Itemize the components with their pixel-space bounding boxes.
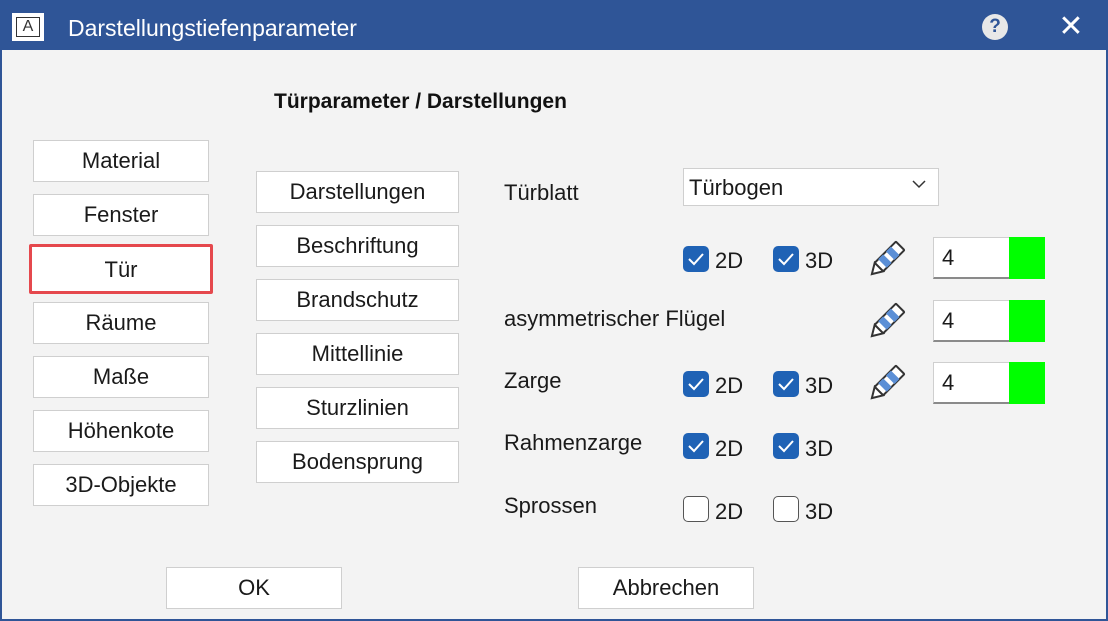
check-icon bbox=[778, 440, 794, 453]
check-icon bbox=[688, 440, 704, 453]
sub-button-brandschutz[interactable]: Brandschutz bbox=[256, 279, 459, 321]
category-button-tuer[interactable]: Tür bbox=[29, 244, 213, 294]
check-icon bbox=[688, 378, 704, 391]
pencil-icon[interactable] bbox=[864, 362, 908, 406]
sub-button-bodensprung[interactable]: Bodensprung bbox=[256, 441, 459, 483]
zarge-2d-checkbox[interactable] bbox=[683, 371, 709, 397]
tuerblatt-pen-input[interactable]: 4 bbox=[933, 237, 1011, 279]
tuerblatt-3d-label: 3D bbox=[805, 248, 834, 273]
zarge-pen-input[interactable]: 4 bbox=[933, 362, 1011, 404]
rahmenzarge-2d-checkbox[interactable] bbox=[683, 433, 709, 459]
sub-button-beschriftung[interactable]: Beschriftung bbox=[256, 225, 459, 267]
tuerblatt-label: Türblatt bbox=[504, 180, 579, 205]
fluegel-label: asymmetrischer Flügel bbox=[504, 306, 726, 331]
fluegel-pen-input[interactable]: 4 bbox=[933, 300, 1011, 342]
sprossen-2d-label: 2D bbox=[715, 499, 744, 524]
tuerblatt-2d-checkbox[interactable] bbox=[683, 246, 709, 272]
window-title: Darstellungstiefenparameter bbox=[68, 15, 357, 41]
sprossen-3d-label: 3D bbox=[805, 499, 834, 524]
sprossen-2d-checkbox[interactable] bbox=[683, 496, 709, 522]
rahmenzarge-label: Rahmenzarge bbox=[504, 430, 643, 455]
pencil-icon[interactable] bbox=[864, 238, 908, 282]
sprossen-3d-checkbox[interactable] bbox=[773, 496, 799, 522]
rahmenzarge-3d-label: 3D bbox=[805, 436, 834, 461]
zarge-3d-label: 3D bbox=[805, 373, 834, 398]
check-icon bbox=[778, 378, 794, 391]
sub-button-mittellinie[interactable]: Mittellinie bbox=[256, 333, 459, 375]
check-icon bbox=[688, 253, 704, 266]
app-icon-letter: A bbox=[16, 17, 40, 37]
fluegel-color-swatch[interactable] bbox=[1009, 300, 1045, 342]
zarge-2d-label: 2D bbox=[715, 373, 744, 398]
sub-button-sturzlinien[interactable]: Sturzlinien bbox=[256, 387, 459, 429]
dialog-body: Türparameter / Darstellungen Material Fe… bbox=[2, 50, 1106, 619]
dialog-window: A Darstellungstiefenparameter ? ✕ Türpar… bbox=[0, 0, 1108, 621]
zarge-color-swatch[interactable] bbox=[1009, 362, 1045, 404]
chevron-down-icon bbox=[912, 180, 926, 189]
tuerblatt-select-value: Türbogen bbox=[689, 175, 784, 200]
cancel-button[interactable]: Abbrechen bbox=[578, 567, 754, 609]
check-icon bbox=[778, 253, 794, 266]
sub-button-darstellungen[interactable]: Darstellungen bbox=[256, 171, 459, 213]
zarge-3d-checkbox[interactable] bbox=[773, 371, 799, 397]
close-icon[interactable]: ✕ bbox=[1054, 10, 1088, 44]
tuerblatt-2d-label: 2D bbox=[715, 248, 744, 273]
tuerblatt-select[interactable]: Türbogen bbox=[683, 168, 939, 206]
help-icon[interactable]: ? bbox=[982, 14, 1008, 40]
zarge-label: Zarge bbox=[504, 368, 562, 393]
ok-button[interactable]: OK bbox=[166, 567, 342, 609]
rahmenzarge-2d-label: 2D bbox=[715, 436, 744, 461]
category-button-3d-objekte[interactable]: 3D-Objekte bbox=[33, 464, 209, 506]
tuerblatt-color-swatch[interactable] bbox=[1009, 237, 1045, 279]
app-icon: A bbox=[12, 13, 44, 41]
title-bar: A Darstellungstiefenparameter ? ✕ bbox=[2, 2, 1106, 50]
section-title: Türparameter / Darstellungen bbox=[274, 90, 567, 113]
sprossen-label: Sprossen bbox=[504, 493, 597, 518]
category-button-masse[interactable]: Maße bbox=[33, 356, 209, 398]
tuerblatt-3d-checkbox[interactable] bbox=[773, 246, 799, 272]
category-button-fenster[interactable]: Fenster bbox=[33, 194, 209, 236]
category-button-hoehenkote[interactable]: Höhenkote bbox=[33, 410, 209, 452]
category-button-raeume[interactable]: Räume bbox=[33, 302, 209, 344]
pencil-icon[interactable] bbox=[864, 300, 908, 344]
rahmenzarge-3d-checkbox[interactable] bbox=[773, 433, 799, 459]
category-button-material[interactable]: Material bbox=[33, 140, 209, 182]
